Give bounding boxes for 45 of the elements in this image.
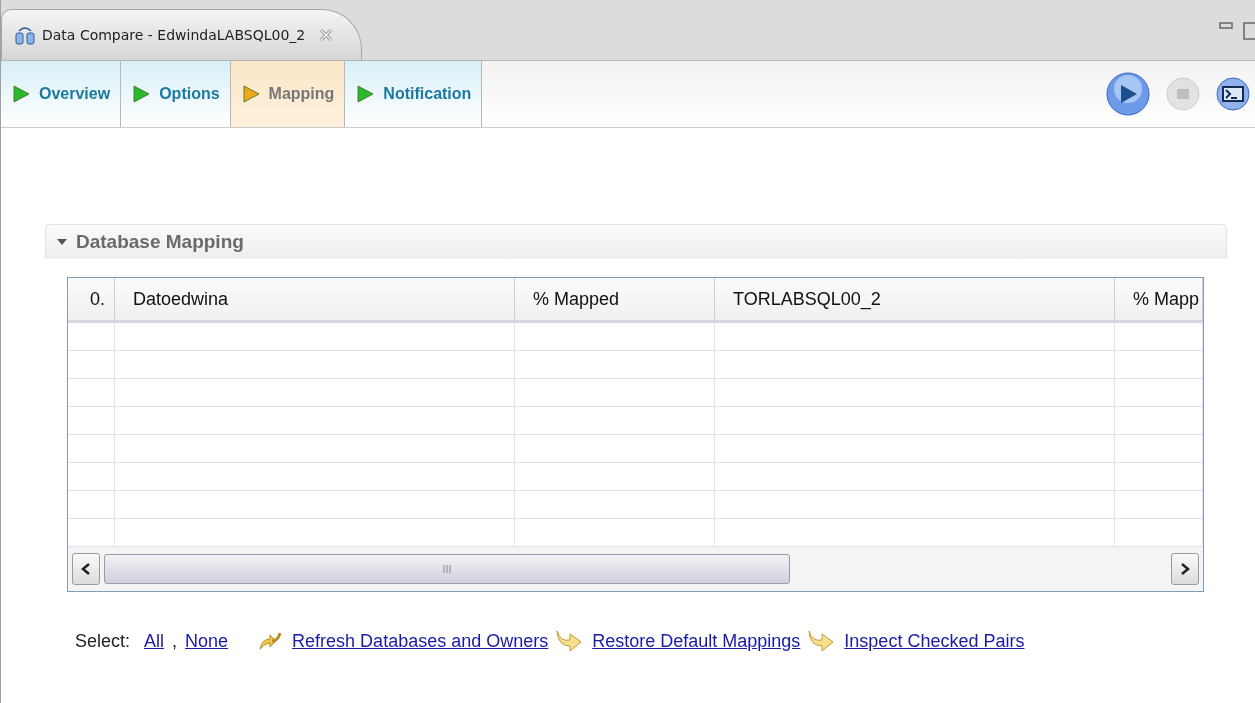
scrollbar-thumb[interactable] — [104, 554, 790, 584]
action-link[interactable]: Refresh Databases and Owners — [292, 630, 549, 652]
scroll-left-button[interactable] — [72, 553, 100, 585]
action-link[interactable]: Inspect Checked Pairs — [844, 630, 1025, 652]
separator-comma: , — [172, 630, 178, 652]
play-triangle-icon — [11, 84, 31, 104]
scroll-right-button[interactable] — [1171, 553, 1199, 585]
close-icon[interactable] — [319, 28, 334, 42]
column-header[interactable]: Datoedwina — [115, 278, 515, 323]
section-title: Database Mapping — [76, 231, 244, 253]
table-cell — [68, 323, 115, 351]
select-label: Select: — [75, 630, 131, 652]
collapse-triangle-icon[interactable] — [56, 237, 68, 247]
chevron-left-icon — [81, 563, 91, 575]
table-cell — [68, 491, 115, 519]
maximize-icon[interactable] — [1243, 22, 1255, 40]
page-tab[interactable]: Options — [121, 61, 231, 127]
page-tab[interactable]: Overview — [1, 61, 122, 127]
table-cell — [68, 463, 115, 491]
grip-icon — [443, 565, 451, 573]
select-link[interactable]: None — [185, 630, 229, 652]
column-header[interactable]: 0. — [68, 278, 115, 323]
section-header[interactable]: Database Mapping — [45, 224, 1227, 259]
play-triangle-icon — [355, 84, 376, 104]
database-compare-icon — [14, 25, 36, 45]
minimize-icon[interactable] — [1219, 22, 1233, 30]
column-header[interactable]: TORLABSQL00_2 — [715, 278, 1115, 323]
column-header[interactable]: % Mapp — [1115, 278, 1203, 323]
editor-tab-title: Data Compare - EdwindaLABSQL00_2 — [42, 27, 306, 43]
horizontal-scrollbar[interactable] — [68, 547, 1203, 591]
run-button[interactable] — [1105, 71, 1151, 117]
table-cell — [68, 407, 115, 435]
select-link[interactable]: All — [144, 630, 165, 652]
page-tab[interactable]: Notification — [345, 61, 483, 127]
play-triangle-icon — [240, 84, 261, 104]
console-button[interactable] — [1215, 76, 1251, 112]
column-header[interactable]: % Mapped — [515, 278, 715, 323]
table-cell — [68, 379, 115, 407]
action-link[interactable]: Restore Default Mappings — [592, 630, 801, 652]
chevron-right-icon — [1180, 563, 1190, 575]
table-cell — [68, 435, 115, 463]
play-triangle-icon — [131, 84, 152, 104]
page-tab[interactable]: Mapping — [230, 61, 346, 127]
table-cell — [68, 351, 115, 379]
editor-tab[interactable]: Data Compare - EdwindaLABSQL00_2 — [1, 9, 363, 60]
